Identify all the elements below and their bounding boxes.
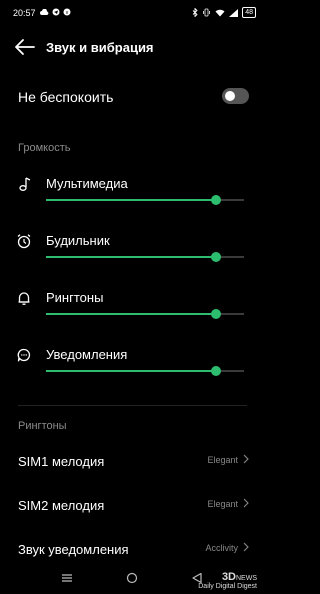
alarm-clock-icon xyxy=(17,234,31,249)
slider-thumb[interactable] xyxy=(211,309,222,319)
status-bar: 20:57 v 48 xyxy=(0,0,265,26)
volume-row-ringtone: Рингтоны xyxy=(0,290,265,346)
volume-section-heading: Громкость xyxy=(18,142,71,154)
cloud-icon xyxy=(40,8,49,15)
volume-slider-media[interactable] xyxy=(46,195,244,205)
volume-label-ringtone: Рингтоны xyxy=(46,290,104,305)
header: Звук и вибрация xyxy=(0,30,265,64)
slider-thumb[interactable] xyxy=(211,366,222,376)
slider-fill xyxy=(46,313,217,315)
slider-thumb[interactable] xyxy=(211,252,222,262)
wifi-icon xyxy=(215,9,225,16)
signal-icon xyxy=(229,8,239,17)
notification-sound-row[interactable]: Звук уведомления Acclivity xyxy=(0,532,265,568)
slider-fill xyxy=(46,256,217,258)
volume-label-notification: Уведомления xyxy=(46,347,128,362)
watermark-logo: 3DNEWS Daily Digital Digest xyxy=(198,571,257,591)
battery-icon: 48 xyxy=(242,7,256,18)
sim1-ringtone-label: SIM1 мелодия xyxy=(18,454,105,469)
notification-icons: v xyxy=(40,8,71,16)
sim2-ringtone-row[interactable]: SIM2 мелодия Elegant xyxy=(0,488,265,524)
chat-bubble-icon xyxy=(17,348,31,362)
volume-row-notification: Уведомления xyxy=(0,347,265,403)
volume-row-alarm: Будильник xyxy=(0,233,265,289)
vk-icon: v xyxy=(63,8,71,16)
volume-label-alarm: Будильник xyxy=(46,233,110,248)
toggle-knob xyxy=(225,91,235,101)
ringtones-section-heading: Рингтоны xyxy=(18,420,67,432)
system-indicators: 48 xyxy=(192,7,256,18)
music-note-icon xyxy=(19,177,31,191)
volume-slider-notification[interactable] xyxy=(46,366,244,376)
section-divider xyxy=(18,405,247,406)
chevron-right-icon xyxy=(243,454,249,464)
navigation-bar: 3DNEWS Daily Digital Digest xyxy=(0,568,265,594)
sim2-ringtone-label: SIM2 мелодия xyxy=(18,498,105,513)
bluetooth-icon xyxy=(192,8,198,17)
notification-sound-value: Acclivity xyxy=(205,543,238,553)
volume-slider-alarm[interactable] xyxy=(46,252,244,262)
back-arrow-icon[interactable] xyxy=(14,38,36,56)
page-title: Звук и вибрация xyxy=(46,40,154,55)
slider-fill xyxy=(46,199,217,201)
sim1-ringtone-value: Elegant xyxy=(207,455,238,465)
do-not-disturb-toggle[interactable] xyxy=(222,88,249,104)
home-circle-icon[interactable] xyxy=(126,572,138,584)
volume-label-media: Мультимедиа xyxy=(46,176,128,191)
volume-row-media: Мультимедиа xyxy=(0,176,265,232)
volume-slider-ringtone[interactable] xyxy=(46,309,244,319)
status-time: 20:57 xyxy=(13,8,36,18)
do-not-disturb-row[interactable]: Не беспокоить xyxy=(0,82,265,112)
vibrate-icon xyxy=(203,8,211,17)
sim1-ringtone-row[interactable]: SIM1 мелодия Elegant xyxy=(0,444,265,480)
slider-fill xyxy=(46,370,217,372)
notification-sound-label: Звук уведомления xyxy=(18,542,129,557)
do-not-disturb-label: Не беспокоить xyxy=(18,89,114,105)
bell-icon xyxy=(18,292,30,305)
telegram-icon xyxy=(52,8,60,16)
chevron-right-icon xyxy=(243,542,249,552)
slider-thumb[interactable] xyxy=(211,195,222,205)
recents-menu-icon[interactable] xyxy=(61,572,73,584)
chevron-right-icon xyxy=(243,498,249,508)
sim2-ringtone-value: Elegant xyxy=(207,499,238,509)
